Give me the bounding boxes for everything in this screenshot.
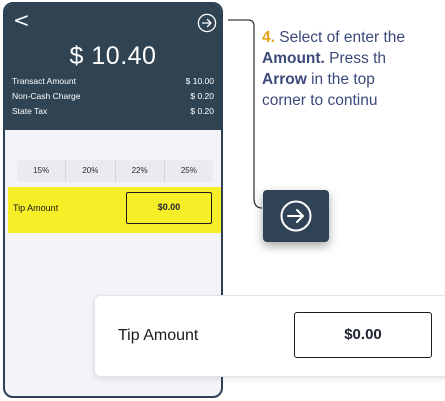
tip-amount-zoom-card: Tip Amount $0.00 <box>94 295 445 377</box>
next-arrow-button-zoom[interactable] <box>263 190 329 242</box>
instruction-line-1: Select of enter the <box>279 29 406 46</box>
tip-amount-input[interactable]: $0.00 <box>294 312 432 358</box>
tip-amount-label: Tip Amount <box>118 327 199 344</box>
instruction-line-2: Press th <box>324 50 387 67</box>
instruction-arrow-bold: Arrow <box>262 71 307 88</box>
instruction-amount-bold: Amount. <box>262 50 325 67</box>
instruction-line-4: corner to continu <box>262 92 378 109</box>
next-arrow-circle-icon <box>280 200 312 232</box>
instruction-text: 4. Select of enter the Amount. Press th … <box>262 27 445 111</box>
step-number: 4. <box>262 29 275 46</box>
instruction-line-3: in the top <box>306 71 375 88</box>
